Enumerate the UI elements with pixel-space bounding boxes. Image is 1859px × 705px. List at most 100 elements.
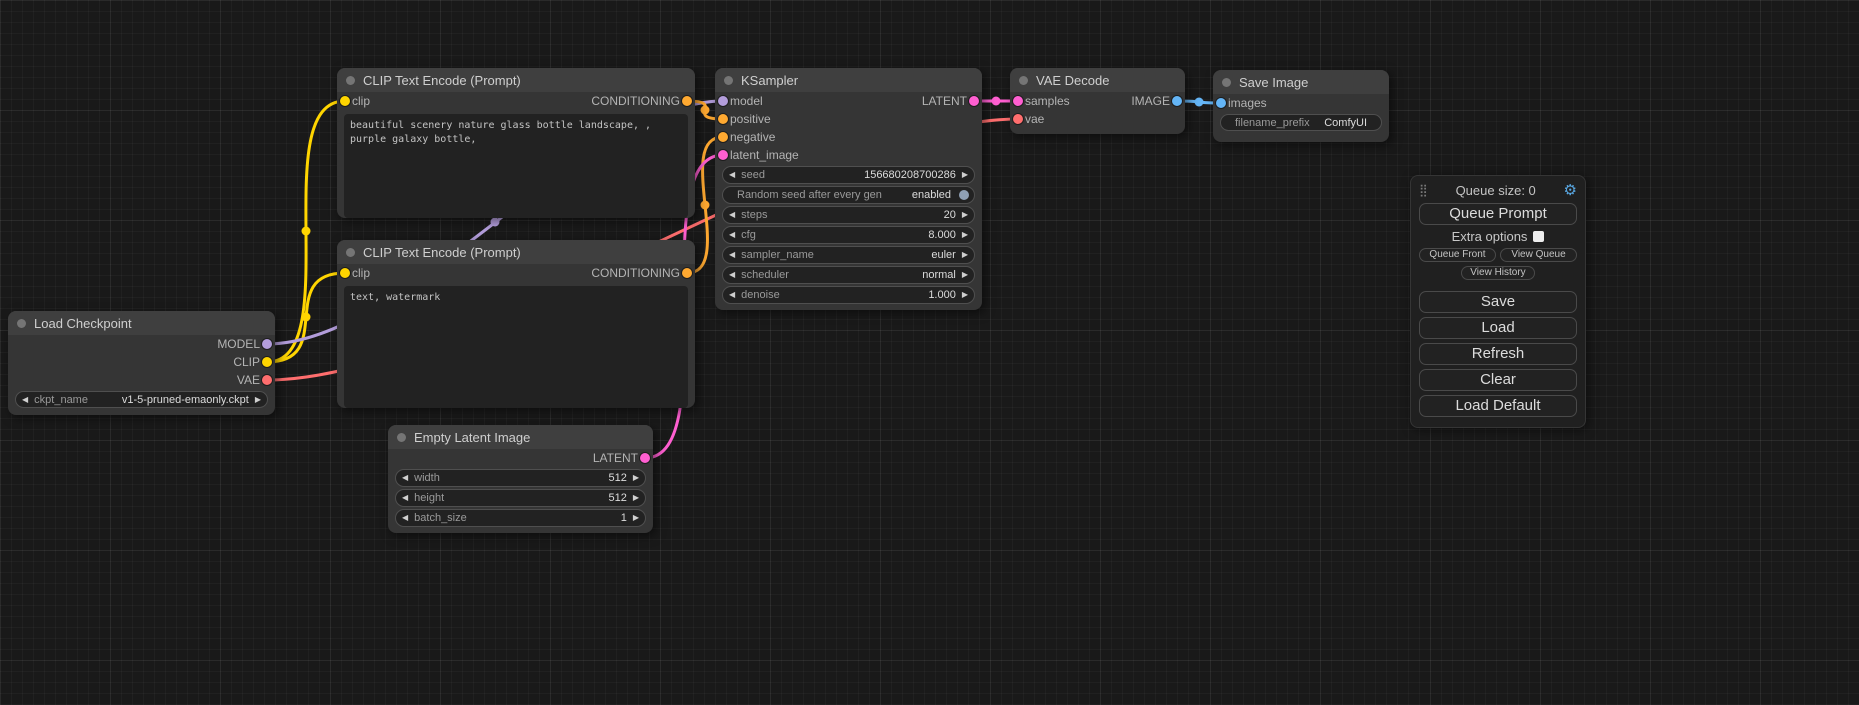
widget-width[interactable]: ◀ width 512 ▶ <box>395 469 646 487</box>
node-load-checkpoint[interactable]: Load Checkpoint MODEL CLIP VAE ◀ ckpt_na… <box>8 311 275 415</box>
toggle-dot[interactable] <box>959 190 969 200</box>
widget-steps[interactable]: ◀ steps 20 ▶ <box>722 206 975 224</box>
queue-front-button[interactable]: Queue Front <box>1419 248 1496 262</box>
settings-gear-icon[interactable]: ⚙ <box>1564 181 1577 199</box>
view-history-button[interactable]: View History <box>1461 266 1534 280</box>
queue-panel-header: ⣿ Queue size: 0 ⚙ <box>1419 181 1577 199</box>
widget-cfg[interactable]: ◀ cfg 8.000 ▶ <box>722 226 975 244</box>
clear-button[interactable]: Clear <box>1419 369 1577 391</box>
increment-arrow-icon[interactable]: ▶ <box>962 171 968 179</box>
decrement-arrow-icon[interactable]: ◀ <box>729 231 735 239</box>
widget-scheduler[interactable]: ◀ scheduler normal ▶ <box>722 266 975 284</box>
extra-options-checkbox[interactable] <box>1533 231 1544 242</box>
node-vae-decode[interactable]: VAE Decode samples IMAGE vae <box>1010 68 1185 134</box>
node-collapse-dot[interactable] <box>1019 76 1028 85</box>
output-slot-vae[interactable]: VAE <box>8 371 275 389</box>
view-queue-button[interactable]: View Queue <box>1500 248 1577 262</box>
prompt-textarea[interactable]: text, watermark <box>344 286 688 408</box>
input-dot-positive[interactable] <box>718 114 728 124</box>
output-slot-latent[interactable]: LATENT <box>388 449 653 467</box>
node-empty-latent-image[interactable]: Empty Latent Image LATENT ◀ width 512 ▶ … <box>388 425 653 533</box>
wire-clip-to-positive-encode <box>267 101 345 362</box>
save-button[interactable]: Save <box>1419 291 1577 313</box>
input-dot-images[interactable] <box>1216 98 1226 108</box>
increment-arrow-icon[interactable]: ▶ <box>962 291 968 299</box>
increment-arrow-icon[interactable]: ▶ <box>633 494 639 502</box>
widget-sampler-name[interactable]: ◀ sampler_name euler ▶ <box>722 246 975 264</box>
node-collapse-dot[interactable] <box>17 319 26 328</box>
decrement-arrow-icon[interactable]: ◀ <box>729 271 735 279</box>
decrement-arrow-icon[interactable]: ◀ <box>729 291 735 299</box>
increment-arrow-icon[interactable]: ▶ <box>255 396 261 404</box>
output-dot-latent[interactable] <box>969 96 979 106</box>
node-collapse-dot[interactable] <box>346 248 355 257</box>
node-title-bar[interactable]: Empty Latent Image <box>388 425 653 449</box>
input-dot-latent-image[interactable] <box>718 150 728 160</box>
input-slot-negative[interactable]: negative <box>715 128 982 146</box>
decrement-arrow-icon[interactable]: ◀ <box>729 171 735 179</box>
load-button[interactable]: Load <box>1419 317 1577 339</box>
drag-handle-icon[interactable]: ⣿ <box>1419 183 1428 197</box>
input-dot-vae[interactable] <box>1013 114 1023 124</box>
output-dot-conditioning[interactable] <box>682 268 692 278</box>
widget-random-seed-toggle[interactable]: Random seed after every gen enabled <box>722 186 975 204</box>
widget-value: 1 <box>621 512 627 524</box>
node-collapse-dot[interactable] <box>346 76 355 85</box>
input-slot-images[interactable]: images <box>1213 94 1389 112</box>
node-title-bar[interactable]: Load Checkpoint <box>8 311 275 335</box>
node-collapse-dot[interactable] <box>1222 78 1231 87</box>
node-save-image[interactable]: Save Image images filename_prefix ComfyU… <box>1213 70 1389 142</box>
input-slot-latent-image[interactable]: latent_image <box>715 146 982 164</box>
decrement-arrow-icon[interactable]: ◀ <box>402 474 408 482</box>
increment-arrow-icon[interactable]: ▶ <box>962 231 968 239</box>
node-graph-canvas[interactable]: Load Checkpoint MODEL CLIP VAE ◀ ckpt_na… <box>0 0 1859 705</box>
widget-name: ckpt_name <box>34 394 88 406</box>
widget-denoise[interactable]: ◀ denoise 1.000 ▶ <box>722 286 975 304</box>
node-title-bar[interactable]: VAE Decode <box>1010 68 1185 92</box>
increment-arrow-icon[interactable]: ▶ <box>633 474 639 482</box>
increment-arrow-icon[interactable]: ▶ <box>962 271 968 279</box>
input-dot-clip[interactable] <box>340 96 350 106</box>
output-dot-conditioning[interactable] <box>682 96 692 106</box>
node-title-bar[interactable]: CLIP Text Encode (Prompt) <box>337 240 695 264</box>
decrement-arrow-icon[interactable]: ◀ <box>402 514 408 522</box>
input-dot-samples[interactable] <box>1013 96 1023 106</box>
increment-arrow-icon[interactable]: ▶ <box>633 514 639 522</box>
node-title-bar[interactable]: CLIP Text Encode (Prompt) <box>337 68 695 92</box>
output-slot-clip[interactable]: CLIP <box>8 353 275 371</box>
input-dot-clip[interactable] <box>340 268 350 278</box>
input-slot-vae[interactable]: vae <box>1010 110 1185 128</box>
input-dot-model[interactable] <box>718 96 728 106</box>
output-dot-image[interactable] <box>1172 96 1182 106</box>
widget-filename-prefix[interactable]: filename_prefix ComfyUI <box>1220 114 1382 131</box>
input-slot-positive[interactable]: positive <box>715 110 982 128</box>
refresh-button[interactable]: Refresh <box>1419 343 1577 365</box>
node-title-bar[interactable]: KSampler <box>715 68 982 92</box>
output-dot-model[interactable] <box>262 339 272 349</box>
node-clip-text-encode-positive[interactable]: CLIP Text Encode (Prompt) clip CONDITION… <box>337 68 695 218</box>
output-dot-vae[interactable] <box>262 375 272 385</box>
output-dot-latent[interactable] <box>640 453 650 463</box>
decrement-arrow-icon[interactable]: ◀ <box>729 251 735 259</box>
widget-height[interactable]: ◀ height 512 ▶ <box>395 489 646 507</box>
queue-prompt-button[interactable]: Queue Prompt <box>1419 203 1577 225</box>
prompt-textarea[interactable]: beautiful scenery nature glass bottle la… <box>344 114 688 218</box>
node-clip-text-encode-negative[interactable]: CLIP Text Encode (Prompt) clip CONDITION… <box>337 240 695 408</box>
output-slot-model[interactable]: MODEL <box>8 335 275 353</box>
node-collapse-dot[interactable] <box>397 433 406 442</box>
node-ksampler[interactable]: KSampler model LATENT positive negative … <box>715 68 982 310</box>
node-title-bar[interactable]: Save Image <box>1213 70 1389 94</box>
widget-ckpt-name[interactable]: ◀ ckpt_name v1-5-pruned-emaonly.ckpt ▶ <box>15 391 268 408</box>
decrement-arrow-icon[interactable]: ◀ <box>22 396 28 404</box>
widget-batch-size[interactable]: ◀ batch_size 1 ▶ <box>395 509 646 527</box>
output-dot-clip[interactable] <box>262 357 272 367</box>
widget-seed[interactable]: ◀ seed 156680208700286 ▶ <box>722 166 975 184</box>
node-collapse-dot[interactable] <box>724 76 733 85</box>
decrement-arrow-icon[interactable]: ◀ <box>402 494 408 502</box>
input-dot-negative[interactable] <box>718 132 728 142</box>
increment-arrow-icon[interactable]: ▶ <box>962 211 968 219</box>
decrement-arrow-icon[interactable]: ◀ <box>729 211 735 219</box>
increment-arrow-icon[interactable]: ▶ <box>962 251 968 259</box>
widget-name: width <box>414 472 440 484</box>
load-default-button[interactable]: Load Default <box>1419 395 1577 417</box>
